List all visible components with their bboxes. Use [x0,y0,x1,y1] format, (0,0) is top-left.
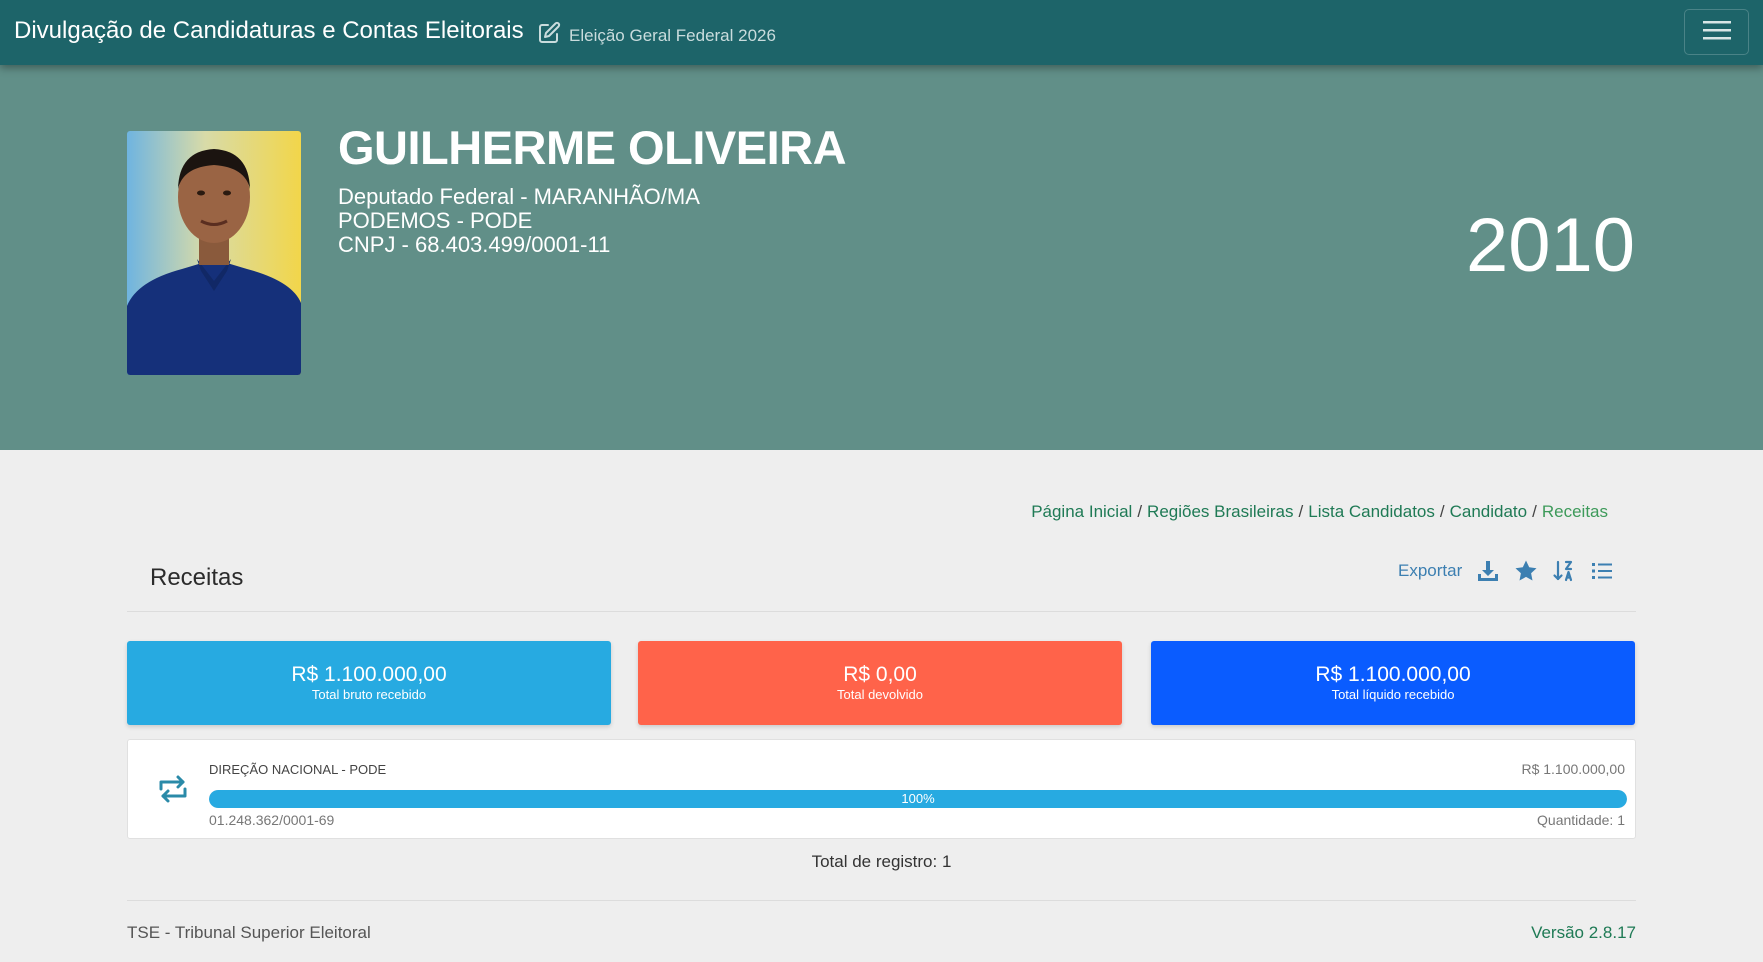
total-gross-value: R$ 1.100.000,00 [291,663,447,686]
candidate-info: Deputado Federal - MARANHÃO/MA PODEMOS -… [338,185,700,257]
share-progress-fill: 100% [209,790,1627,808]
total-returned-card: R$ 0,00 Total devolvido [638,641,1122,725]
election-selector[interactable]: Eleição Geral Federal 2026 [537,21,776,50]
top-navbar: Divulgação de Candidaturas e Contas Elei… [0,0,1763,65]
download-icon[interactable] [1476,559,1500,583]
candidate-photo [127,131,301,375]
section-toolbar: Exportar [1398,559,1614,583]
total-returned-label: Total devolvido [837,687,923,702]
candidate-cnpj: CNPJ - 68.403.499/0001-11 [338,232,611,257]
candidate-hero: GUILHERME OLIVEIRA Deputado Federal - MA… [0,65,1763,450]
section-divider [127,611,1636,612]
breadcrumb-home[interactable]: Página Inicial [1031,502,1132,521]
total-gross-label: Total bruto recebido [311,687,427,702]
donor-cnpj: 01.248.362/0001-69 [209,812,335,828]
breadcrumb-current: Receitas [1541,502,1608,521]
footer-version: Versão 2.8.17 [1531,923,1636,942]
hamburger-icon [1702,18,1732,47]
edit-icon [537,21,561,50]
export-button[interactable]: Exportar [1398,561,1462,581]
star-icon[interactable] [1514,559,1538,583]
transfer-icon [156,773,190,805]
sort-icon[interactable] [1552,559,1576,583]
share-progress-bar: 100% [209,790,1627,808]
breadcrumb-regions[interactable]: Regiões Brasileiras [1147,502,1293,521]
hamburger-menu-button[interactable] [1684,9,1749,55]
total-net-label: Total líquido recebido [1331,687,1455,702]
candidate-party: PODEMOS - PODE [338,208,533,233]
election-year: 2010 [1466,203,1636,288]
list-icon[interactable] [1590,559,1614,583]
footer-org: TSE - Tribunal Superior Eleitoral [127,923,371,942]
total-returned-value: R$ 0,00 [843,663,917,686]
section-title: Receitas [150,564,244,591]
total-gross-card: R$ 1.100.000,00 Total bruto recebido [127,641,611,725]
donor-name: DIREÇÃO NACIONAL - PODE [209,762,387,777]
candidate-name: GUILHERME OLIVEIRA [338,121,847,174]
total-net-value: R$ 1.100.000,00 [1315,663,1471,686]
candidate-office: Deputado Federal - MARANHÃO/MA [338,184,700,209]
breadcrumb: Página Inicial / Regiões Brasileiras / Lista… [1031,502,1608,521]
donor-quantity: Quantidade: 1 [1537,812,1625,828]
total-records: Total de registro: 1 [811,852,952,871]
breadcrumb-candidate[interactable]: Candidato [1450,502,1528,521]
breadcrumb-candidate-list[interactable]: Lista Candidatos [1308,502,1435,521]
footer-divider [127,900,1636,901]
total-net-card: R$ 1.100.000,00 Total líquido recebido [1151,641,1635,725]
donor-value: R$ 1.100.000,00 [1521,761,1625,777]
app-title[interactable]: Divulgação de Candidaturas e Contas Elei… [14,17,524,45]
election-label: Eleição Geral Federal 2026 [569,25,776,45]
list-item[interactable]: DIREÇÃO NACIONAL - PODE R$ 1.100.000,00 … [127,739,1636,839]
